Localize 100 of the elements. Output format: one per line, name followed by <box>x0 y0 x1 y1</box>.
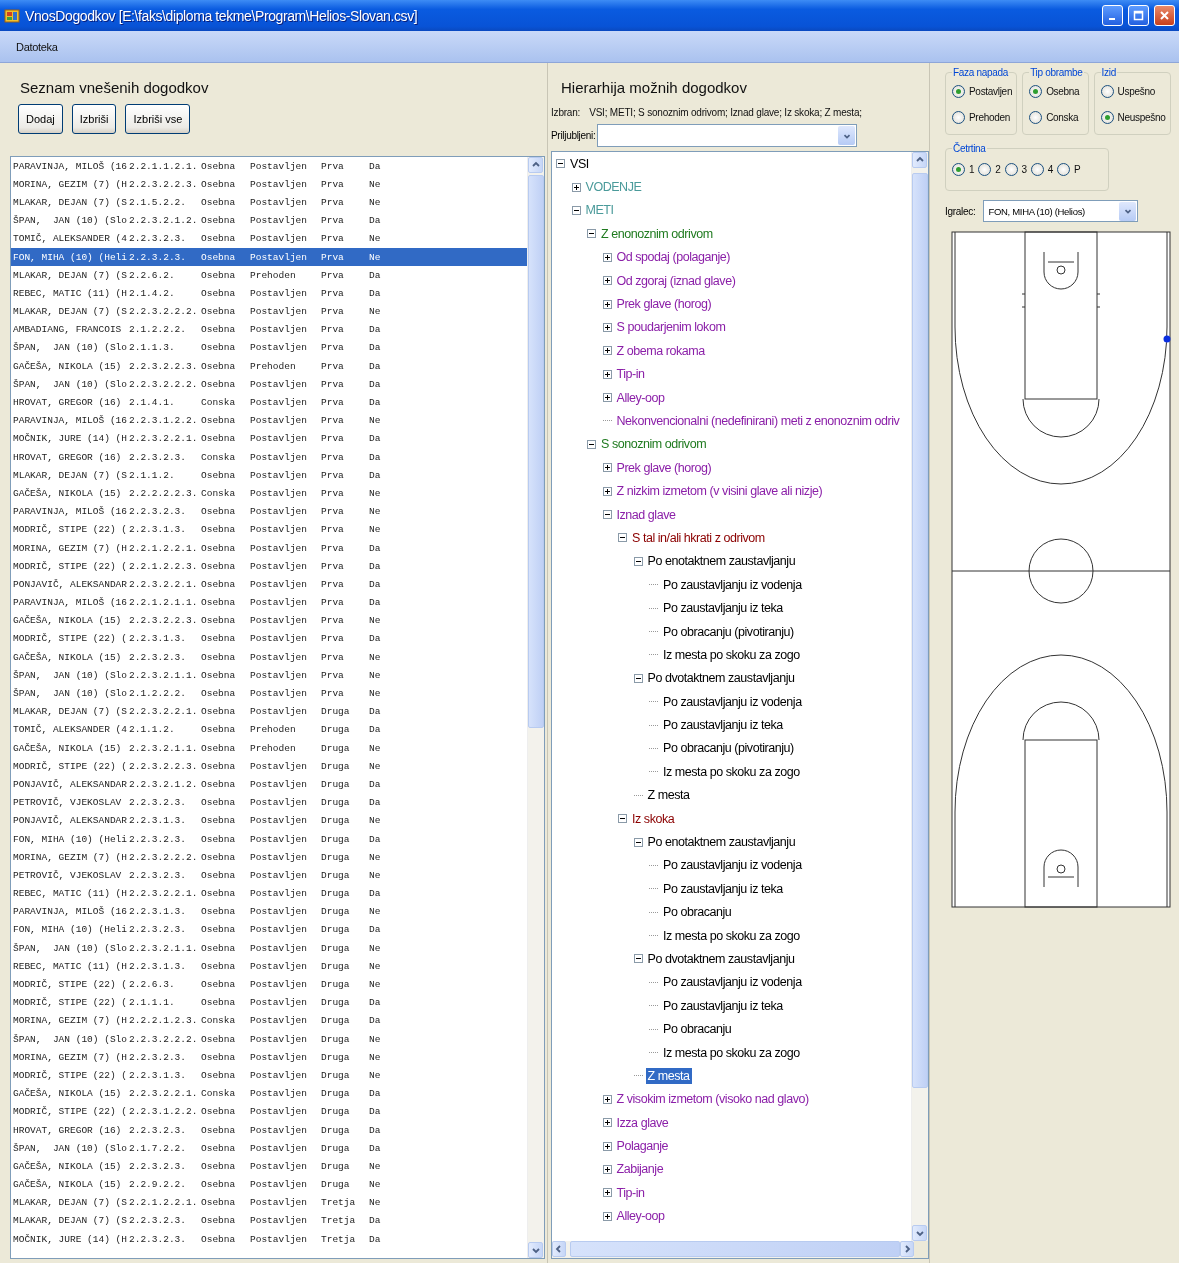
list-row[interactable]: TOMIČ, ALEKSANDER (4 2.1.1.2. Osebna Prehoden Druga Da <box>11 720 527 739</box>
tree-item[interactable]: Tip-in <box>614 1184 647 1201</box>
list-row[interactable]: PONJAVIČ, ALEKSANDAR 2.2.3.1.3. Osebna Postavljen Druga Ne <box>11 811 527 830</box>
tree-item[interactable]: S tal in/ali hkrati z odrivom <box>630 529 767 546</box>
list-row[interactable]: ŠPAN, JAN (10) (Slo 2.2.3.2.1.1. Osebna Postavljen Prva Ne <box>11 666 527 685</box>
expand-icon[interactable] <box>602 1094 612 1104</box>
expand-icon[interactable] <box>602 369 612 379</box>
radio-checked-icon[interactable] <box>1100 111 1114 124</box>
add-button[interactable]: Dodaj <box>18 104 63 134</box>
expand-icon[interactable] <box>602 1118 612 1128</box>
tree-item[interactable]: Zabijanje <box>614 1161 666 1178</box>
radio-empty-icon[interactable] <box>1004 163 1018 176</box>
list-row[interactable]: MODRIČ, STIPE (22) ( 2.2.6.3. Osebna Postavljen Druga Ne <box>11 975 527 994</box>
collapse-icon[interactable] <box>633 837 643 847</box>
list-row[interactable]: MORINA, GEZIM (7) (H 2.2.1.2.2.1. Osebna Postavljen Prva Da <box>11 538 527 558</box>
delete-all-button[interactable]: Izbriši vse <box>125 104 191 134</box>
list-row[interactable]: PETROVIČ, VJEKOSLAV 2.2.3.2.3. Osebna Postavljen Druga Da <box>11 793 527 812</box>
expand-icon[interactable] <box>602 1141 612 1151</box>
expand-icon[interactable] <box>602 346 612 356</box>
tree-item[interactable]: Alley-oop <box>614 389 667 406</box>
tree-item[interactable]: Po zaustavljanju iz teka <box>661 717 785 734</box>
favorites-dropdown[interactable] <box>597 124 858 147</box>
collapse-icon[interactable] <box>618 533 627 543</box>
radio-checked-icon[interactable] <box>952 85 965 98</box>
radio-button[interactable]: Uspešno <box>1100 85 1166 98</box>
collapse-icon[interactable] <box>556 159 565 169</box>
radio-button[interactable]: 2 <box>978 163 1001 176</box>
tree-item[interactable]: Po zaustavljanju iz vodenja <box>661 576 804 593</box>
list-row[interactable]: REBEC, MATIC (11) (H 2.2.3.2.2.1. Osebna Postavljen Druga Da <box>11 884 527 903</box>
collapse-icon[interactable] <box>633 556 643 566</box>
expand-icon[interactable] <box>602 1165 612 1174</box>
list-row[interactable]: PONJAVIČ, ALEKSANDAR 2.2.3.2.2.1. Osebna Postavljen Prva Da <box>11 575 527 594</box>
tree-item[interactable]: Alley-oop <box>614 1208 667 1225</box>
list-row[interactable]: MLAKAR, DEJAN (7) (S 2.2.3.2.2.1. Osebna Postavljen Druga Da <box>11 702 527 721</box>
event-list[interactable] <box>10 156 545 1259</box>
tree-item[interactable]: Prek glave (horog) <box>614 459 714 476</box>
radio-button[interactable]: Prehoden <box>952 111 1013 124</box>
tree-item[interactable]: Po zaustavljanju iz vodenja <box>661 857 804 874</box>
collapse-icon[interactable] <box>618 814 627 824</box>
list-row[interactable]: MORINA, GEZIM (7) (H 2.2.2.1.2.3. Conska Postavljen Druga Da <box>11 1011 527 1030</box>
list-row[interactable]: MLAKAR, DEJAN (7) (S 2.1.5.2.2. Osebna Postavljen Prva Ne <box>11 193 527 212</box>
list-row[interactable]: MLAKAR, DEJAN (7) (S 2.2.6.2. Osebna Prehoden Prva Da <box>11 266 527 285</box>
collapse-icon[interactable] <box>571 205 581 215</box>
expand-icon[interactable] <box>602 1211 612 1221</box>
list-row[interactable]: ŠPAN, JAN (10) (Slo 2.2.3.2.1.2. Osebna Postavljen Prva Da <box>11 211 527 230</box>
list-row[interactable]: GAČEŠA, NIKOLA (15) 2.2.3.2.2.3. Osebna Prehoden Prva Da <box>11 357 527 376</box>
list-row[interactable]: MODRIČ, STIPE (22) ( 2.2.3.1.3. Osebna Postavljen Prva Da <box>11 629 527 649</box>
list-row[interactable]: ŠPAN, JAN (10) (Slo 2.2.3.2.2.2. Osebna Postavljen Prva Da <box>11 375 527 394</box>
list-row[interactable]: ŠPAN, JAN (10) (Slo 2.2.3.2.1.1. Osebna Postavljen Druga Ne <box>11 939 527 958</box>
list-row[interactable]: PETROVIČ, VJEKOSLAV 2.2.3.2.3. Osebna Postavljen Druga Ne <box>11 866 527 885</box>
list-row[interactable]: MLAKAR, DEJAN (7) (S 2.2.3.2.2.2. Osebna Postavljen Prva Ne <box>11 302 527 321</box>
collapse-icon[interactable] <box>587 439 596 449</box>
radio-checked-icon[interactable] <box>952 163 965 176</box>
tree-item[interactable]: VSI <box>568 155 591 172</box>
tree-item[interactable]: Po dvotaktnem zaustavljanju <box>645 950 797 967</box>
tree-item[interactable]: Po obracanju <box>661 1021 734 1038</box>
list-row[interactable]: PONJAVIČ, ALEKSANDAR 2.2.3.2.1.2. Osebna Postavljen Druga Da <box>11 775 527 794</box>
vertical-scrollbar[interactable] <box>911 152 928 1241</box>
collapse-icon[interactable] <box>587 229 596 239</box>
tree-item[interactable]: Po obracanju (pivotiranju) <box>661 740 796 757</box>
tree-item[interactable]: Po zaustavljanju iz vodenja <box>661 693 804 710</box>
tree-item[interactable]: Iznad glave <box>614 506 678 523</box>
expand-icon[interactable] <box>602 276 612 286</box>
tree-item[interactable]: Polaganje <box>614 1138 671 1155</box>
tree-item[interactable]: Po dvotaktnem zaustavljanju <box>645 670 797 687</box>
list-row[interactable]: GAČEŠA, NIKOLA (15) 2.2.3.2.1.1. Osebna Prehoden Druga Ne <box>11 739 527 758</box>
list-row[interactable]: MOČNIK, JURE (14) (H 2.2.3.2.2.1. Osebna Postavljen Prva Da <box>11 429 527 448</box>
radio-button[interactable]: Osebna <box>1029 85 1084 98</box>
collapse-icon[interactable] <box>602 510 612 520</box>
tree-item[interactable]: Po zaustavljanju iz teka <box>661 997 785 1014</box>
delete-button[interactable]: Izbriši <box>71 104 117 134</box>
list-row[interactable]: HROVAT, GREGOR (16) 2.1.4.1. Conska Postavljen Prva Da <box>11 393 527 412</box>
list-row[interactable]: PARAVINJA, MILOŠ (16 2.2.3.1.3. Osebna Postavljen Druga Ne <box>11 902 527 921</box>
tree-item[interactable]: Izza glave <box>614 1114 671 1131</box>
list-row[interactable]: ŠPAN, JAN (10) (Slo 2.2.3.2.2.2. Osebna Postavljen Druga Ne <box>11 1030 527 1049</box>
tree-item[interactable]: Po zaustavljanju iz teka <box>661 880 785 897</box>
list-row[interactable]: PARAVINJA, MILOŠ (16 2.2.1.1.2.1. Osebna Postavljen Prva Da <box>11 157 527 176</box>
expand-icon[interactable] <box>602 299 612 309</box>
tree-item[interactable]: Tip-in <box>614 366 647 383</box>
list-row[interactable]: MODRIČ, STIPE (22) ( 2.2.3.2.2.3. Osebna Postavljen Druga Ne <box>11 757 527 776</box>
list-row[interactable]: MODRIČ, STIPE (22) ( 2.2.3.1.3. Osebna Postavljen Prva Ne <box>11 520 527 539</box>
list-row[interactable]: AMBADIANG, FRANCOIS 2.1.2.2.2. Osebna Postavljen Prva Da <box>11 320 527 339</box>
collapse-icon[interactable] <box>633 954 643 964</box>
list-row[interactable]: MORINA, GEZIM (7) (H 2.2.3.2.3. Osebna Postavljen Druga Ne <box>11 1048 527 1067</box>
tree-item[interactable]: Nekonvencionalni (nedefinirani) meti z enonoznim odriv <box>614 413 902 429</box>
list-row[interactable]: MORINA, GEZIM (7) (H 2.2.3.2.2.3. Osebna Postavljen Prva Ne <box>11 175 527 194</box>
expand-icon[interactable] <box>602 393 612 403</box>
tree-item[interactable]: Od zgoraj (iznad glave) <box>614 272 738 289</box>
tree-item[interactable]: Iz skoka <box>630 810 677 827</box>
radio-button[interactable]: Postavljen <box>952 85 1013 98</box>
list-row[interactable]: MODRIČ, STIPE (22) ( 2.2.3.1.3. Osebna Postavljen Druga Ne <box>11 1066 527 1085</box>
radio-empty-icon[interactable] <box>1100 85 1114 98</box>
expand-icon[interactable] <box>571 182 581 192</box>
tree-item[interactable]: Z obema rokama <box>614 342 707 359</box>
radio-button[interactable]: Neuspešno <box>1100 111 1166 124</box>
list-row[interactable]: HROVAT, GREGOR (16) 2.2.3.2.3. Osebna Postavljen Druga Da <box>11 1120 527 1140</box>
tree-item[interactable]: Z mesta <box>645 787 692 804</box>
menu-item[interactable]: Datoteka <box>12 38 62 55</box>
radio-empty-icon[interactable] <box>1030 163 1044 176</box>
list-row[interactable]: GAČEŠA, NIKOLA (15) 2.2.9.2.2. Osebna Postavljen Druga Ne <box>11 1175 527 1194</box>
